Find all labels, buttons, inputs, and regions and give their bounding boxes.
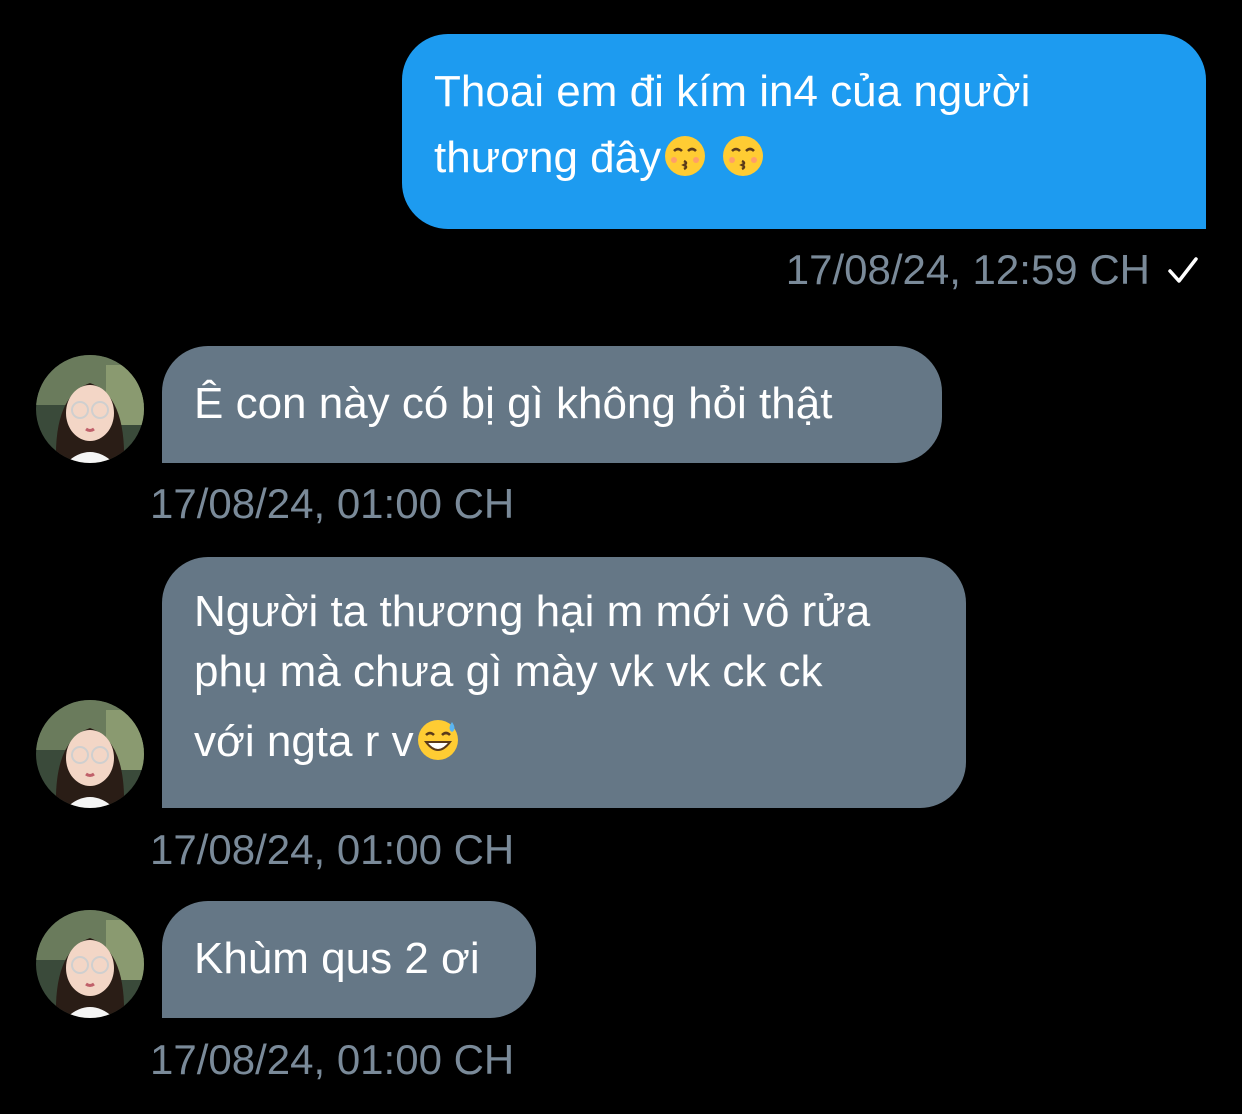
message-timestamp: 17/08/24, 01:00 CH xyxy=(150,1036,515,1083)
message-bubble-incoming[interactable]: Người ta thương hại m mới vô rửa phụ mà … xyxy=(162,557,966,808)
avatar[interactable] xyxy=(36,355,144,463)
message-text-line: Khùm qus 2 ơi xyxy=(194,934,480,983)
message-text-line: Thoai em đi kím in4 của người xyxy=(434,67,1031,116)
message-text-line: phụ mà chưa gì mày vk vk ck ck xyxy=(194,647,823,696)
message-bubble-outgoing[interactable]: Thoai em đi kím in4 của người thương đây xyxy=(402,34,1206,229)
message-bubble-incoming[interactable]: Ê con này có bị gì không hỏi thật xyxy=(162,346,942,463)
avatar[interactable] xyxy=(36,700,144,808)
message-timestamp: 17/08/24, 01:00 CH xyxy=(150,826,515,873)
kissing-face-emoji xyxy=(663,131,707,176)
message-text-line: Ê con này có bị gì không hỏi thật xyxy=(194,379,833,428)
message-timestamp: 17/08/24, 12:59 CH xyxy=(785,246,1150,293)
message-text-line: thương đây xyxy=(434,133,662,182)
grinning-sweat-emoji xyxy=(416,718,460,762)
message-bubble-incoming[interactable]: Khùm qus 2 ơi xyxy=(162,901,536,1018)
message-timestamp: 17/08/24, 01:00 CH xyxy=(150,480,515,527)
kissing-face-emoji xyxy=(721,131,765,176)
avatar[interactable] xyxy=(36,910,144,1018)
message-text-line: Người ta thương hại m mới vô rửa xyxy=(194,587,871,636)
message-text-line: với ngta r v xyxy=(194,717,414,766)
checkmark-icon xyxy=(1166,253,1200,287)
